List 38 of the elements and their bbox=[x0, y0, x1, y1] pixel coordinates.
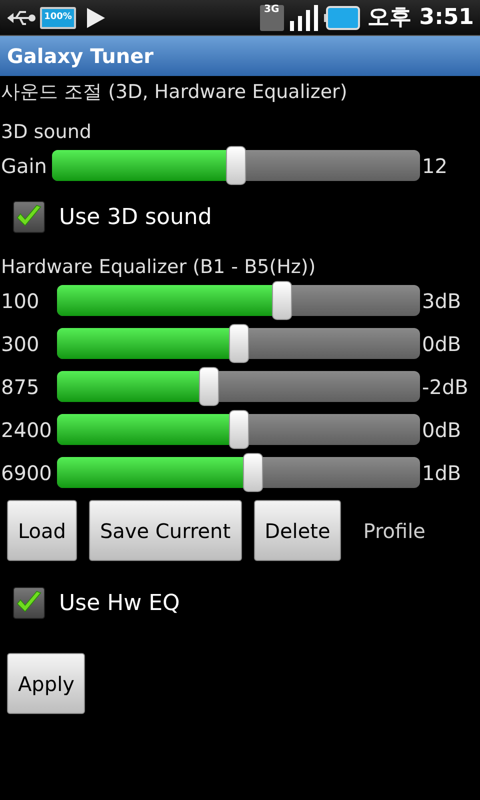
battery-icon bbox=[324, 6, 360, 30]
slider-reading: 3dB bbox=[421, 288, 462, 314]
checkbox-label: Use Hw EQ bbox=[59, 590, 180, 618]
checkbox[interactable] bbox=[13, 587, 45, 619]
usb-icon bbox=[6, 8, 36, 26]
slider-label: 875 bbox=[1, 374, 40, 400]
subtitle: 사운드 조절 (3D, Hardware Equalizer) bbox=[1, 80, 348, 105]
status-time: 오후 3:51 bbox=[368, 4, 474, 32]
slider-thumb[interactable] bbox=[199, 367, 220, 406]
network-icon: 3G bbox=[260, 4, 284, 30]
slider-label: 2400 bbox=[1, 416, 53, 444]
checkbox-label: Use 3D sound bbox=[59, 204, 212, 232]
slider-thumb[interactable] bbox=[243, 453, 264, 492]
slider-reading: -2dB bbox=[421, 374, 470, 400]
slider-thumb[interactable] bbox=[228, 324, 248, 363]
profile-button[interactable]: Save Current bbox=[88, 500, 242, 561]
signal-icon bbox=[290, 4, 320, 30]
section-heading: Hardware Equalizer (B1 - B5(Hz)) bbox=[1, 255, 317, 279]
profile-button[interactable]: Load bbox=[7, 500, 77, 561]
slider-label: 100 bbox=[1, 288, 40, 314]
profile-label: Profile bbox=[363, 518, 426, 544]
battery-icon: 100% bbox=[40, 6, 76, 28]
slider-label: 6900 bbox=[1, 460, 53, 486]
slider-reading: 12 bbox=[421, 152, 448, 180]
window-title: Galaxy Tuner bbox=[7, 43, 154, 70]
slider-reading: 0dB bbox=[421, 330, 462, 358]
slider-reading: 0dB bbox=[421, 416, 462, 444]
profile-button[interactable]: Delete bbox=[254, 500, 342, 561]
slider-reading: 1dB bbox=[421, 460, 462, 486]
slider-thumb[interactable] bbox=[228, 410, 248, 449]
section-heading: 3D sound bbox=[1, 120, 92, 144]
slider-label: Gain bbox=[1, 152, 48, 180]
slider-label: 300 bbox=[1, 330, 40, 358]
slider-thumb[interactable] bbox=[226, 146, 246, 185]
apply-button[interactable]: Apply bbox=[7, 653, 86, 714]
slider-thumb[interactable] bbox=[272, 281, 292, 320]
play-icon bbox=[86, 6, 106, 28]
checkbox[interactable] bbox=[13, 201, 45, 233]
